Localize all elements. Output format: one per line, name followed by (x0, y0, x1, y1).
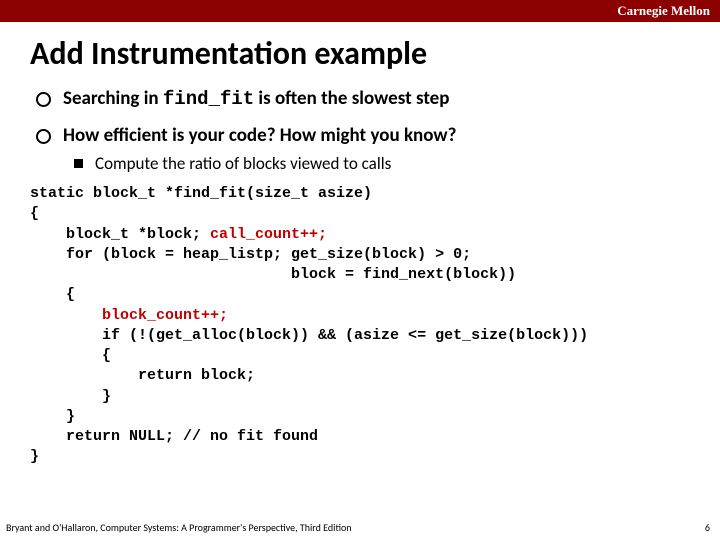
bullet-marker-square-icon (74, 159, 83, 168)
code-line: { (30, 205, 39, 222)
bullet-marker-hollow-icon (36, 129, 51, 144)
bullet-marker-hollow-icon (36, 92, 51, 107)
code-line: for (block = heap_listp; get_size(block)… (30, 246, 471, 263)
code-highlight: call_count++; (210, 226, 327, 243)
code-line: } (30, 448, 39, 465)
footer: Bryant and O'Hallaron, Computer Systems:… (6, 521, 710, 534)
code-line: } (30, 388, 111, 405)
code-highlight: block_count++; (30, 307, 228, 324)
code-line: return NULL; // no fit found (30, 428, 318, 445)
code-line: { (30, 347, 111, 364)
footer-attribution: Bryant and O'Hallaron, Computer Systems:… (6, 521, 352, 534)
header-brand: Carnegie Mellon (617, 3, 710, 19)
code-line: block_t *block; (30, 226, 210, 243)
page-number: 6 (705, 521, 710, 534)
code-line: block = find_next(block)) (30, 266, 516, 283)
code-block: static block_t *find_fit(size_t asize) {… (30, 184, 690, 468)
code-line: } (30, 408, 75, 425)
bullet-list: Searching in find_fit is often the slowe… (30, 87, 690, 174)
bullet-2: How efficient is your code? How might yo… (30, 124, 690, 147)
bullet-2-text: How efficient is your code? How might yo… (63, 124, 456, 147)
text-fragment: is often the slowest step (254, 87, 449, 110)
bullet-1-text: Searching in find_fit is often the slowe… (63, 87, 449, 110)
sub-bullet-1: Compute the ratio of blocks viewed to ca… (74, 153, 690, 174)
code-line: if (!(get_alloc(block)) && (asize <= get… (30, 327, 588, 344)
sub-bullet-1-text: Compute the ratio of blocks viewed to ca… (95, 153, 391, 174)
slide-title: Add Instrumentation example (30, 34, 720, 73)
code-line: static block_t *find_fit(size_t asize) (30, 185, 372, 202)
text-fragment: Searching in (63, 87, 163, 110)
code-line: return block; (30, 367, 255, 384)
header-bar: Carnegie Mellon (0, 0, 720, 22)
bullet-1: Searching in find_fit is often the slowe… (30, 87, 690, 110)
code-line: { (30, 286, 75, 303)
code-inline: find_fit (163, 88, 254, 110)
